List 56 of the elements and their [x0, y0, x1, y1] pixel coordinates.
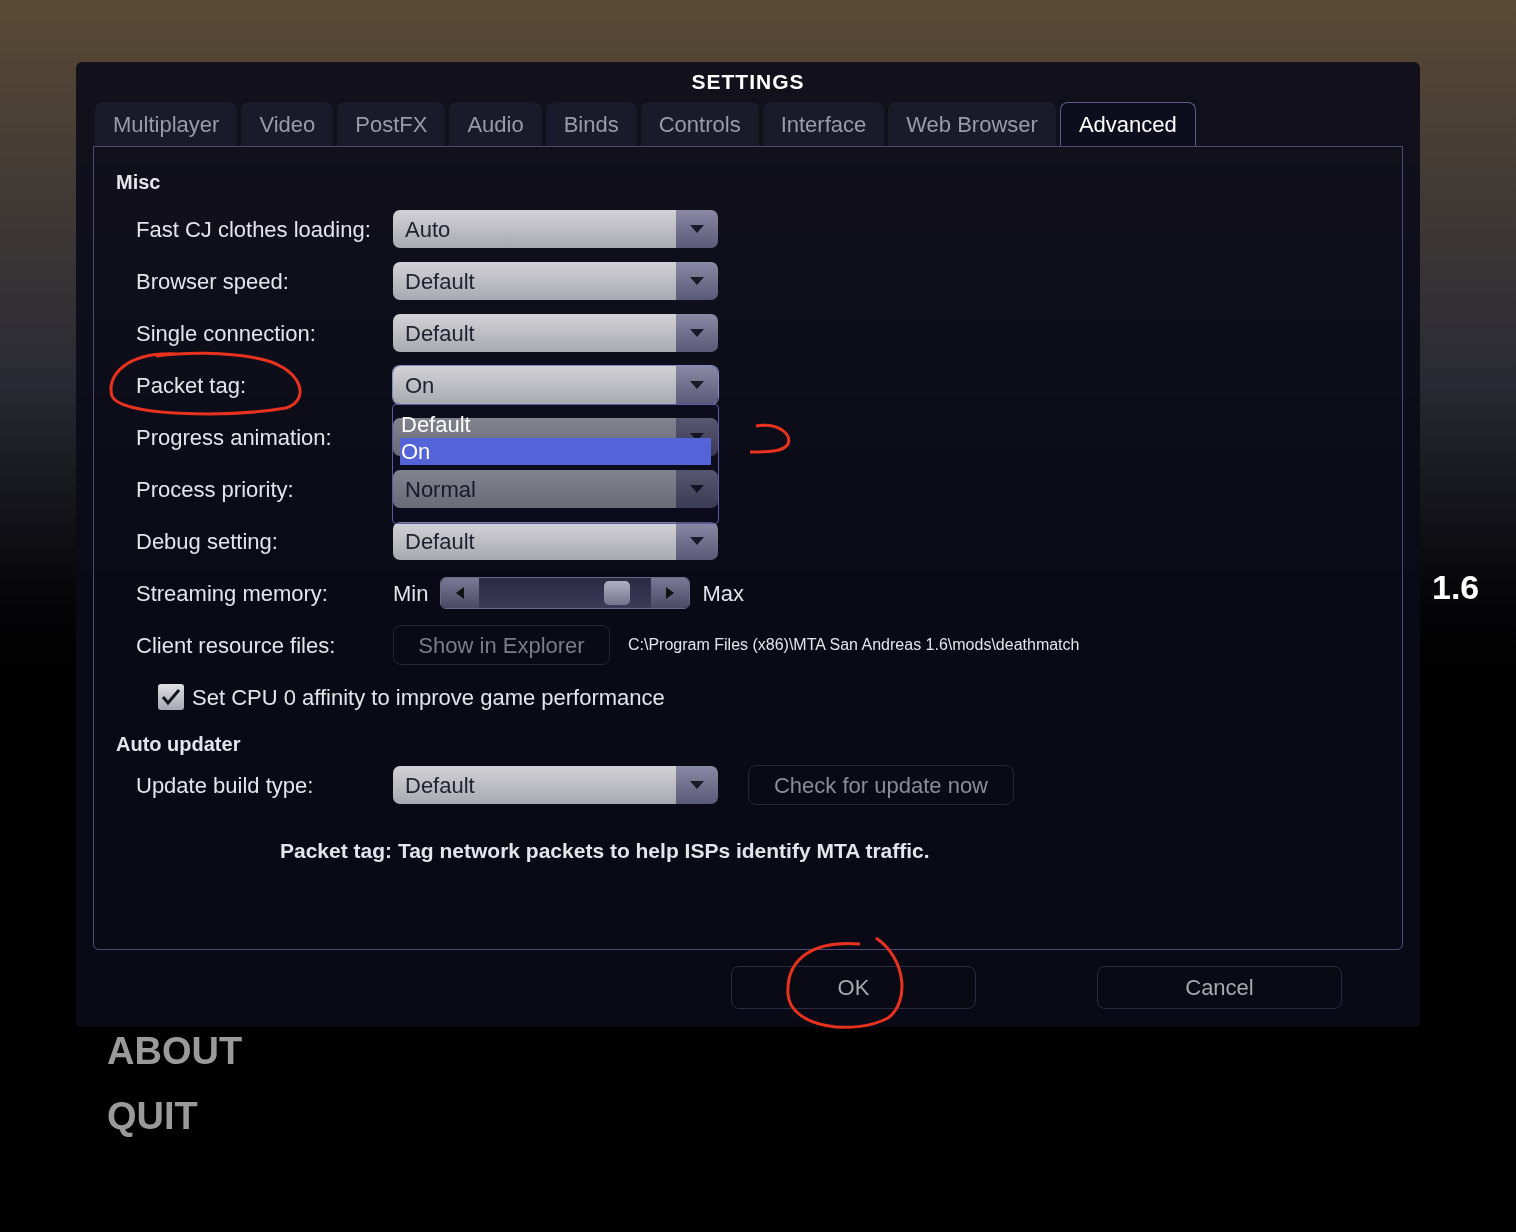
caret-icon	[689, 484, 705, 494]
arrow-left-icon[interactable]	[441, 578, 480, 608]
slider-thumb[interactable]	[603, 581, 630, 605]
show-in-explorer-button[interactable]: Show in Explorer	[393, 625, 610, 665]
dialog-button[interactable]: Cancel	[1097, 966, 1342, 1009]
setting-label: Browser speed:	[135, 267, 290, 296]
tab[interactable]: Web Browser	[888, 102, 1056, 146]
main-menu-item[interactable]: ABOUT	[107, 1023, 243, 1088]
check-for-update-button[interactable]: Check for update now	[748, 765, 1014, 805]
setting-label: Fast CJ clothes loading:	[135, 215, 372, 244]
main-menu-item[interactable]: QUIT	[107, 1088, 243, 1153]
tab[interactable]: Video	[241, 102, 334, 146]
tab[interactable]: Advanced	[1059, 102, 1196, 146]
dropdown-option[interactable]: On	[400, 438, 711, 465]
dropdown-value: Default	[405, 319, 475, 348]
tab[interactable]: Interface	[762, 102, 885, 146]
caret-icon	[689, 224, 705, 234]
tab[interactable]: Controls	[640, 102, 759, 146]
dropdown-option[interactable]: Default	[400, 411, 711, 438]
caret-icon	[689, 276, 705, 286]
dialog-button[interactable]: OK	[731, 966, 976, 1009]
checkbox[interactable]	[158, 684, 184, 710]
setting-label: Process priority:	[135, 475, 295, 504]
setting-label: Single connection:	[135, 319, 317, 348]
slider[interactable]	[440, 577, 691, 609]
tab[interactable]: PostFX	[337, 102, 446, 146]
dropdown-value: Default	[405, 527, 475, 556]
setting-label: Progress animation:	[135, 423, 333, 452]
checkmark-icon	[161, 688, 181, 706]
setting-description: Packet tag: Tag network packets to help ISPs identify MTA traffic.	[279, 838, 931, 864]
version-label: 1.6	[1432, 567, 1480, 608]
dropdown-value: Auto	[405, 215, 451, 244]
caret-icon	[689, 780, 705, 790]
checkbox-label: Set CPU 0 affinity to improve game performance	[192, 683, 665, 712]
folder-path: C:\Program Files (x86)\MTA San Andreas 1.6\mods\deathmatch	[628, 635, 1080, 655]
dialog-title: SETTINGS	[690, 69, 806, 96]
section-heading: Misc	[116, 170, 162, 195]
setting-label: Streaming memory:	[135, 579, 329, 608]
dropdown-value: On	[405, 371, 435, 400]
setting-label: Update build type:	[135, 771, 315, 800]
setting-label: Client resource files:	[135, 631, 337, 660]
setting-label: Debug setting:	[135, 527, 279, 556]
dropdown-value: Normal	[405, 475, 476, 504]
tab[interactable]: Multiplayer	[95, 102, 238, 146]
caret-icon	[689, 380, 705, 390]
setting-label: Packet tag:	[135, 371, 248, 400]
tab[interactable]: Binds	[545, 102, 637, 146]
caret-icon	[689, 536, 705, 546]
arrow-right-icon[interactable]	[651, 578, 690, 608]
tab[interactable]: Audio	[449, 102, 542, 146]
caret-icon	[689, 328, 705, 338]
max-label: Max	[702, 579, 744, 608]
section-heading: Auto updater	[116, 732, 242, 757]
dropdown-value: Default	[405, 771, 475, 800]
dropdown-value: Default	[405, 267, 475, 296]
min-label: Min	[393, 579, 429, 608]
